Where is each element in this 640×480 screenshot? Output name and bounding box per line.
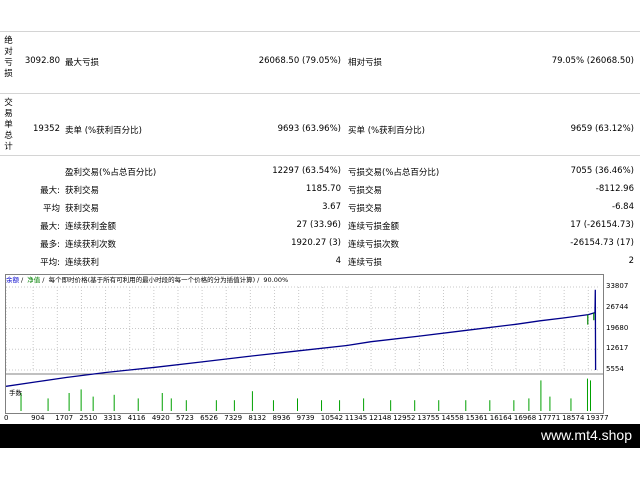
char: 交 xyxy=(4,98,13,108)
y-tick-label: 12617 xyxy=(606,344,629,353)
average-profit-label: 获利交易 xyxy=(65,204,100,214)
chart-plot xyxy=(6,286,603,411)
x-tick-label: 18574 xyxy=(562,414,585,422)
profit-trades-value: 12297 (63.54%) xyxy=(272,166,341,176)
x-tick-label: 16968 xyxy=(513,414,537,422)
x-tick-label: 12148 xyxy=(369,414,392,422)
relative-drawdown-value: 79.05% (26068.50) xyxy=(551,56,634,66)
x-axis: 0 904 1707 2510 3313 4116 4920 5723 6526 7329 8132… xyxy=(0,413,640,424)
char: 绝 xyxy=(4,36,13,46)
loss-trades-label: 亏损交易(%占总百分比) xyxy=(348,168,440,178)
char: 计 xyxy=(4,142,13,152)
x-tick-label: 904 xyxy=(31,414,45,422)
consecutive-losses-value: 17 (-26154.73) xyxy=(570,220,634,230)
relative-drawdown-label: 相对亏损 xyxy=(348,58,383,68)
site-watermark: www.mt4.shop xyxy=(540,427,632,443)
y-tick-label: 26744 xyxy=(606,302,629,311)
maximal-drawdown-label: 最大亏损 xyxy=(65,58,100,68)
x-tick-label: 10542 xyxy=(320,414,344,422)
y-tick-label: 33807 xyxy=(606,282,629,290)
y-axis: 33807 26744 19680 12617 5554 xyxy=(603,274,640,414)
consecutive-losses-label: 连续亏损金额 xyxy=(348,222,400,232)
short-positions-label: 卖单 (%获利百分比) xyxy=(65,126,142,136)
largest-key: 最大: xyxy=(40,186,60,196)
average-key: 平均 xyxy=(42,204,60,214)
x-tick-label: 5723 xyxy=(175,414,194,422)
x-tick-label: 0 xyxy=(4,414,9,422)
x-tick-label: 12952 xyxy=(393,414,416,422)
total-trades-value: 19352 xyxy=(32,124,60,134)
short-positions-value: 9693 (63.96%) xyxy=(277,124,341,134)
x-tick-label: 11345 xyxy=(344,414,368,422)
long-positions-label: 买单 (%获利百分比) xyxy=(348,126,425,136)
y-tick-label: 19680 xyxy=(606,323,629,332)
x-tick-label: 15361 xyxy=(465,414,488,422)
x-tick-label: 16164 xyxy=(489,414,513,422)
consecutive-loss-label: 连续亏损次数 xyxy=(348,240,400,250)
average-consecutive-wins-value: 4 xyxy=(335,256,341,266)
maximal-key: 最多: xyxy=(40,240,60,250)
largest-loss-value: -8112.96 xyxy=(595,184,634,194)
row-divider xyxy=(0,93,640,94)
x-tick-label: 1707 xyxy=(55,414,74,422)
average-loss-label: 亏损交易 xyxy=(348,204,383,214)
x-tick-label: 8936 xyxy=(272,414,291,422)
x-tick-label: 3313 xyxy=(103,414,122,422)
volume-label: 手数 xyxy=(9,389,22,397)
consecutive-loss-value: -26154.73 (17) xyxy=(570,238,634,248)
x-tick-label: 19377 xyxy=(586,414,609,422)
consecutive-profit-label: 连续获利次数 xyxy=(65,240,117,250)
average-profit-value: 3.67 xyxy=(322,202,341,212)
char: 损 xyxy=(4,69,13,79)
consecutive-profit-value: 1920.27 (3) xyxy=(291,238,341,248)
absolute-drawdown-value: 3092.80 xyxy=(24,56,60,66)
x-tick-label: 14558 xyxy=(441,414,464,422)
consecutive-wins-label: 连续获利金额 xyxy=(65,222,117,232)
maximum-key: 最大: xyxy=(40,222,60,232)
x-tick-label: 2510 xyxy=(79,414,98,422)
footer-bar: www.mt4.shop xyxy=(0,424,640,448)
x-tick-label: 9739 xyxy=(296,414,315,422)
row-divider xyxy=(0,31,640,32)
x-tick-label: 4116 xyxy=(127,414,146,422)
y-tick-label: 5554 xyxy=(606,365,624,373)
average-consecutive-losses-label: 连续亏损 xyxy=(348,258,383,268)
x-tick-label: 8132 xyxy=(248,414,267,422)
x-tick-label: 4920 xyxy=(151,414,170,422)
average-loss-value: -6.84 xyxy=(612,202,634,212)
x-tick-label: 17771 xyxy=(538,414,561,422)
balance-chart: 余额 / 净值 / 每个即时价格(基于所有可利用的最小时段的每一个价格的分为插值计算… xyxy=(5,274,604,414)
average-consecutive-wins-label: 连续获利 xyxy=(65,258,100,268)
loss-trades-value: 7055 (36.46%) xyxy=(570,166,634,176)
x-tick-label: 7329 xyxy=(224,414,243,422)
row-divider xyxy=(0,155,640,156)
char: 易 xyxy=(4,109,13,119)
maximal-drawdown-value: 26068.50 (79.05%) xyxy=(258,56,341,66)
average-consecutive-losses-value: 2 xyxy=(628,256,634,266)
profit-trades-label: 盈利交易(%占总百分比) xyxy=(65,168,157,178)
x-tick-label: 13755 xyxy=(417,414,440,422)
largest-profit-value: 1185.70 xyxy=(305,184,341,194)
average-consecutive-key: 平均: xyxy=(40,258,60,268)
balance-line xyxy=(6,289,597,387)
largest-profit-label: 获利交易 xyxy=(65,186,100,196)
x-tick-label: 6526 xyxy=(200,414,218,422)
largest-loss-label: 亏损交易 xyxy=(348,186,383,196)
consecutive-wins-value: 27 (33.96) xyxy=(296,220,341,230)
long-positions-value: 9659 (63.12%) xyxy=(570,124,634,134)
